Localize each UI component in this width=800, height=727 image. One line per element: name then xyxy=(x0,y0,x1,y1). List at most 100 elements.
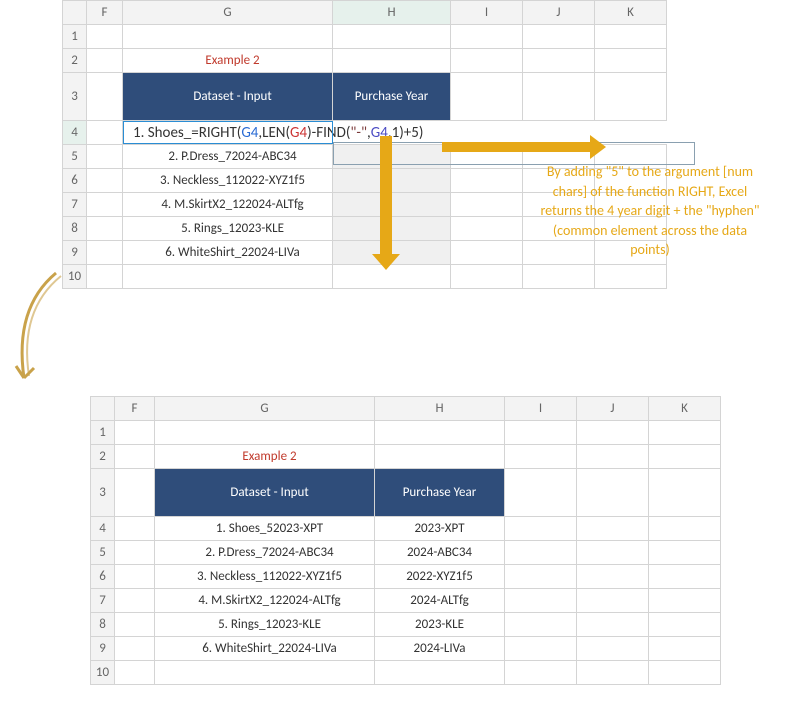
row-header[interactable]: 4 xyxy=(63,121,87,145)
cell[interactable] xyxy=(577,421,649,445)
row-header[interactable]: 9 xyxy=(63,241,87,265)
cell[interactable] xyxy=(115,445,155,469)
cell[interactable] xyxy=(523,25,595,49)
cell[interactable] xyxy=(595,265,667,289)
cell[interactable] xyxy=(87,241,123,265)
cell[interactable] xyxy=(87,217,123,241)
dataset-cell[interactable]: 5. Rings_12023-KLE xyxy=(123,217,333,241)
cell[interactable] xyxy=(505,469,577,517)
row-header[interactable]: 8 xyxy=(91,613,115,637)
cell[interactable] xyxy=(649,541,721,565)
cell[interactable] xyxy=(375,445,505,469)
cell[interactable] xyxy=(115,589,155,613)
header-dataset[interactable]: Dataset - Input xyxy=(155,469,375,517)
header-dataset[interactable]: Dataset - Input xyxy=(123,73,333,121)
corner-cell[interactable] xyxy=(63,1,87,25)
cell[interactable] xyxy=(451,73,523,121)
col-header-h[interactable]: H xyxy=(333,1,451,25)
cell[interactable] xyxy=(87,25,123,49)
row-header[interactable]: 3 xyxy=(91,469,115,517)
row-header[interactable]: 2 xyxy=(91,445,115,469)
cell[interactable] xyxy=(595,49,667,73)
cell[interactable] xyxy=(505,661,577,685)
dataset-cell[interactable]: 4. M.SkirtX2_122024-ALTfg xyxy=(123,193,333,217)
cell[interactable] xyxy=(451,25,523,49)
year-cell[interactable]: 2023-KLE xyxy=(375,613,505,637)
cell[interactable] xyxy=(577,661,649,685)
cell[interactable] xyxy=(333,49,451,73)
header-year[interactable]: Purchase Year xyxy=(333,73,451,121)
year-cell[interactable]: 2024-ALTfg xyxy=(375,589,505,613)
col-header-k[interactable]: K xyxy=(649,397,721,421)
cell[interactable] xyxy=(577,445,649,469)
cell[interactable] xyxy=(595,25,667,49)
cell[interactable] xyxy=(649,661,721,685)
cell[interactable] xyxy=(577,517,649,541)
year-cell[interactable]: 2024-LIVa xyxy=(375,637,505,661)
year-cell[interactable]: 2022-XYZ1f5 xyxy=(375,565,505,589)
cell[interactable] xyxy=(505,541,577,565)
col-header-i[interactable]: I xyxy=(451,1,523,25)
header-year[interactable]: Purchase Year xyxy=(375,469,505,517)
cell[interactable] xyxy=(577,565,649,589)
col-header-h[interactable]: H xyxy=(375,397,505,421)
cell[interactable] xyxy=(505,565,577,589)
cell[interactable] xyxy=(115,661,155,685)
row-header[interactable]: 7 xyxy=(63,193,87,217)
cell[interactable] xyxy=(123,25,333,49)
cell[interactable] xyxy=(87,73,123,121)
row-header[interactable]: 8 xyxy=(63,217,87,241)
cell[interactable] xyxy=(87,169,123,193)
cell[interactable] xyxy=(649,589,721,613)
cell[interactable] xyxy=(505,517,577,541)
row-header[interactable]: 4 xyxy=(91,517,115,541)
cell[interactable] xyxy=(155,421,375,445)
cell[interactable] xyxy=(649,517,721,541)
cell[interactable] xyxy=(577,589,649,613)
cell[interactable] xyxy=(649,445,721,469)
row-header[interactable]: 3 xyxy=(63,73,87,121)
formula-cell[interactable]: 1. Shoes_=RIGHT(G4,LEN(G4)-FIND("-",G4,1… xyxy=(123,121,667,145)
cell[interactable] xyxy=(155,661,375,685)
col-header-f[interactable]: F xyxy=(87,1,123,25)
cell[interactable] xyxy=(115,637,155,661)
cell[interactable] xyxy=(115,541,155,565)
cell[interactable] xyxy=(649,469,721,517)
cell[interactable] xyxy=(451,49,523,73)
row-header[interactable]: 1 xyxy=(63,25,87,49)
cell[interactable] xyxy=(115,421,155,445)
corner-cell[interactable] xyxy=(91,397,115,421)
cell[interactable] xyxy=(577,541,649,565)
cell[interactable] xyxy=(577,469,649,517)
cell[interactable] xyxy=(505,445,577,469)
cell[interactable] xyxy=(649,637,721,661)
dataset-cell[interactable]: 3. Neckless_112022-XYZ1f5 xyxy=(155,565,375,589)
cell[interactable] xyxy=(115,613,155,637)
row-header[interactable]: 5 xyxy=(63,145,87,169)
cell[interactable] xyxy=(577,613,649,637)
example-title[interactable]: Example 2 xyxy=(123,49,333,73)
cell[interactable] xyxy=(115,565,155,589)
dataset-cell[interactable]: 6. WhiteShirt_22024-LIVa xyxy=(123,241,333,265)
example-title[interactable]: Example 2 xyxy=(155,445,375,469)
cell[interactable] xyxy=(451,241,523,265)
cell[interactable] xyxy=(451,193,523,217)
cell[interactable] xyxy=(595,73,667,121)
cell[interactable] xyxy=(115,469,155,517)
cell[interactable] xyxy=(505,637,577,661)
cell[interactable] xyxy=(375,421,505,445)
cell[interactable] xyxy=(115,517,155,541)
cell[interactable] xyxy=(451,217,523,241)
cell[interactable] xyxy=(87,193,123,217)
col-header-k[interactable]: K xyxy=(595,1,667,25)
dataset-cell[interactable]: 2. P.Dress_72024-ABC34 xyxy=(155,541,375,565)
row-header[interactable]: 10 xyxy=(91,661,115,685)
cell[interactable] xyxy=(87,145,123,169)
cell[interactable] xyxy=(523,49,595,73)
cell[interactable] xyxy=(649,565,721,589)
cell[interactable] xyxy=(87,121,123,145)
cell[interactable] xyxy=(451,169,523,193)
cell[interactable] xyxy=(523,265,595,289)
cell[interactable] xyxy=(87,49,123,73)
dataset-cell[interactable]: 3. Neckless_112022-XYZ1f5 xyxy=(123,169,333,193)
